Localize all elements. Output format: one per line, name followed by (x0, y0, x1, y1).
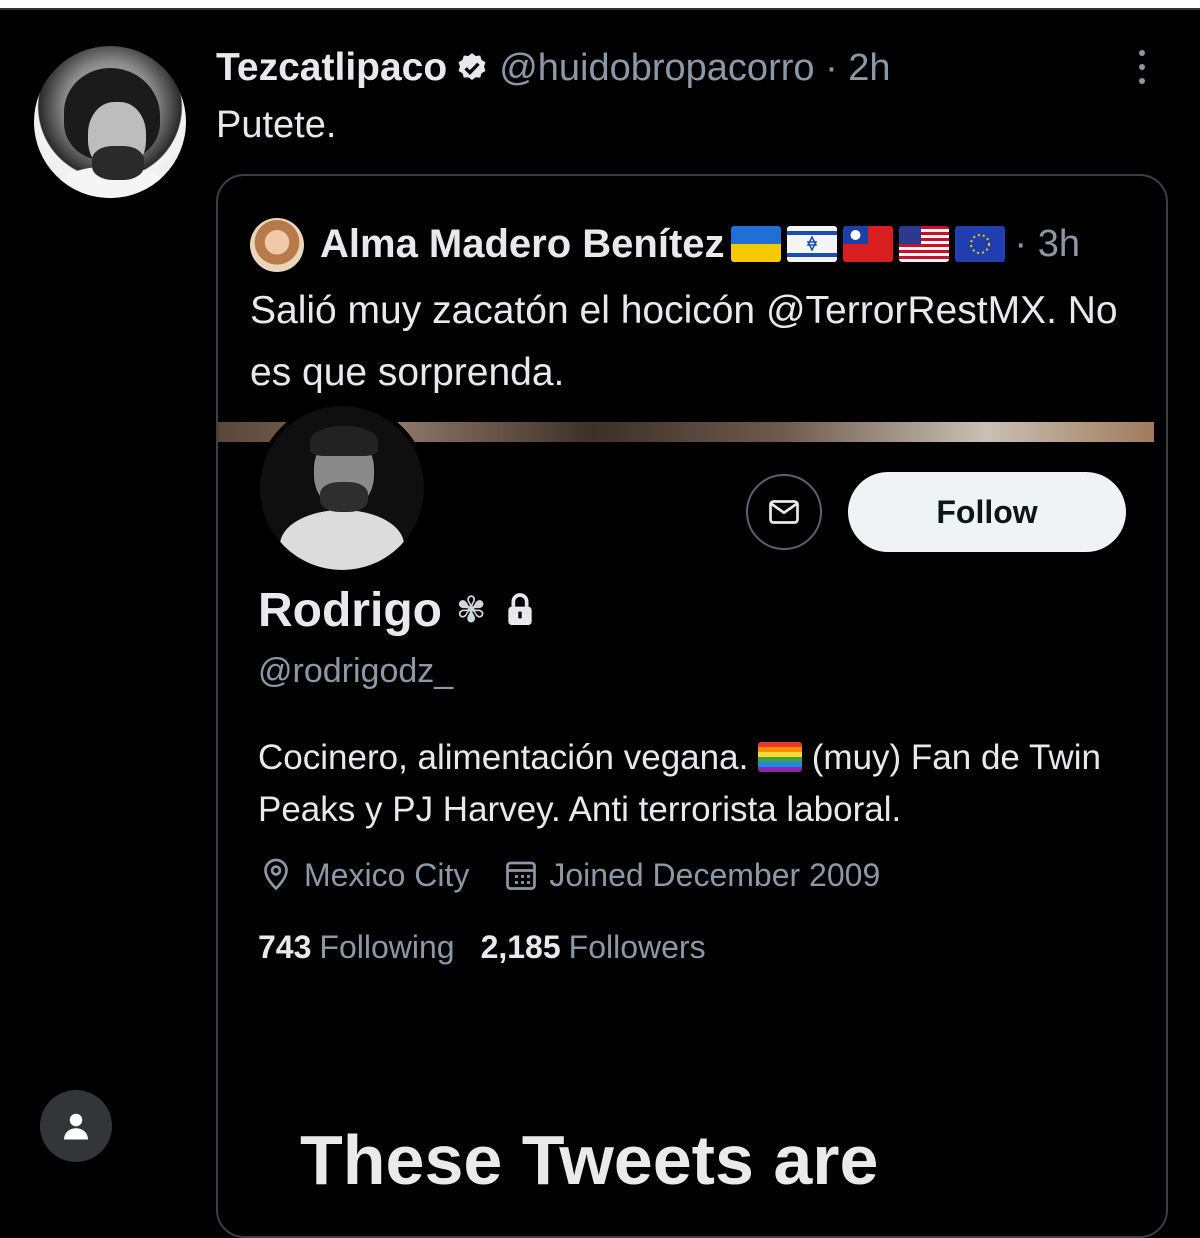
calendar-icon (506, 861, 537, 890)
more-options-icon[interactable] (1130, 50, 1154, 84)
taiwan-flag-icon (842, 226, 893, 262)
message-button[interactable] (746, 474, 822, 550)
profile-meta: Mexico City Joined December 2009 (258, 852, 880, 898)
flower-icon: ✾ (455, 589, 487, 630)
profile-name: Rodrigo (258, 583, 442, 637)
quoted-tweet-time[interactable]: · 3h (1015, 223, 1080, 266)
author-avatar[interactable] (34, 46, 186, 198)
following-count: 743 (258, 928, 312, 965)
person-icon (64, 1113, 88, 1140)
quoted-tweet-text: Salió muy zacatón el hocicón @TerrorRest… (250, 289, 1118, 394)
quoted-tweet-card[interactable]: Alma Madero Benítez · 3h Salió muy zacat… (216, 174, 1168, 1238)
profile-name-row: Rodrigo ✾ (258, 580, 540, 640)
lock-icon (500, 590, 540, 630)
profile-joined: Joined December 2009 (549, 856, 881, 893)
quoted-author-avatar[interactable] (250, 218, 304, 272)
quoted-author-name[interactable]: Alma Madero Benítez (320, 222, 725, 267)
followers-count: 2,185 (480, 928, 561, 965)
top-divider (0, 8, 1200, 10)
author-name[interactable]: Tezcatlipaco (216, 46, 447, 90)
tweet-header: Tezcatlipaco @huidobropacorro · 2h (216, 44, 891, 92)
protected-tweets-notice: These Tweets are (300, 1121, 879, 1199)
quoted-tweet-header: Alma Madero Benítez · 3h (320, 214, 1080, 274)
tweet-text: Putete. (216, 104, 337, 146)
location-pin-icon (264, 858, 288, 891)
verified-badge-icon (455, 51, 489, 85)
follow-button[interactable]: Follow (848, 472, 1126, 552)
profile-location: Mexico City (304, 856, 470, 893)
mail-icon (769, 500, 799, 524)
followers-label: Followers (568, 928, 706, 965)
usa-flag-icon (898, 226, 949, 262)
top-edge (0, 0, 1200, 8)
bio-text-1: Cocinero, alimentación vegana. (258, 738, 749, 777)
profile-handle: @rodrigodz_ (258, 652, 454, 690)
author-handle-time[interactable]: @huidobropacorro · 2h (499, 47, 890, 90)
eu-flag-icon (954, 226, 1005, 262)
profile-stats: 743 Following 2,185 Followers (258, 924, 706, 970)
rainbow-flag-icon (758, 742, 803, 772)
israel-flag-icon (786, 226, 837, 262)
following-label: Following (319, 928, 455, 965)
profile-bio: Cocinero, alimentación vegana. (muy) Fan… (258, 732, 1138, 836)
account-button[interactable] (40, 1090, 112, 1162)
ukraine-flag-icon (730, 226, 781, 262)
profile-avatar (256, 402, 428, 574)
